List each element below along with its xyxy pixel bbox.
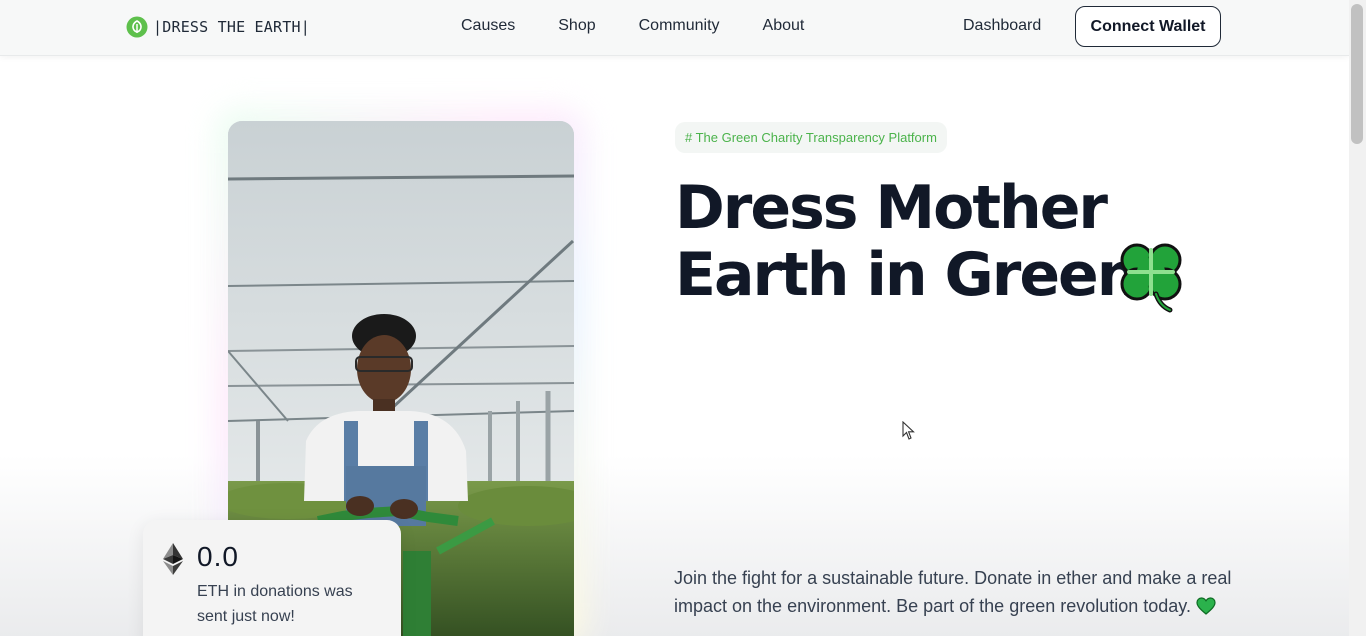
mouse-cursor-icon xyxy=(902,421,915,440)
ethereum-icon xyxy=(163,543,183,575)
connect-wallet-button[interactable]: Connect Wallet xyxy=(1075,6,1221,47)
green-heart-icon xyxy=(1196,597,1216,615)
brand-logo-link[interactable]: |DRESS THE EARTH| xyxy=(126,15,310,39)
donation-caption: ETH in donations was sent just now! xyxy=(197,583,353,625)
scrollbar-thumb[interactable] xyxy=(1351,4,1363,144)
shamrock-icon xyxy=(1120,243,1182,313)
hero-description-text: Join the fight for a sustainable future.… xyxy=(674,568,1232,616)
donation-amount: 0.0 xyxy=(197,541,239,572)
page-title-line-1: Dress Mother xyxy=(675,173,1108,243)
nav-shop[interactable]: Shop xyxy=(558,17,595,35)
brand-name: |DRESS THE EARTH| xyxy=(153,18,310,36)
main-nav: Causes Shop Community About xyxy=(461,17,804,35)
nav-community[interactable]: Community xyxy=(639,17,720,35)
tagline-badge: # The Green Charity Transparency Platfor… xyxy=(675,122,947,153)
dashboard-link[interactable]: Dashboard xyxy=(963,17,1041,35)
nav-causes[interactable]: Causes xyxy=(461,17,515,35)
top-navbar: |DRESS THE EARTH| Causes Shop Community … xyxy=(0,0,1349,56)
leaf-logo-icon xyxy=(126,16,148,38)
hero-description: Join the fight for a sustainable future.… xyxy=(674,564,1234,620)
nav-about[interactable]: About xyxy=(763,17,805,35)
page-title-line-2: Earth in Green. xyxy=(675,240,1160,310)
